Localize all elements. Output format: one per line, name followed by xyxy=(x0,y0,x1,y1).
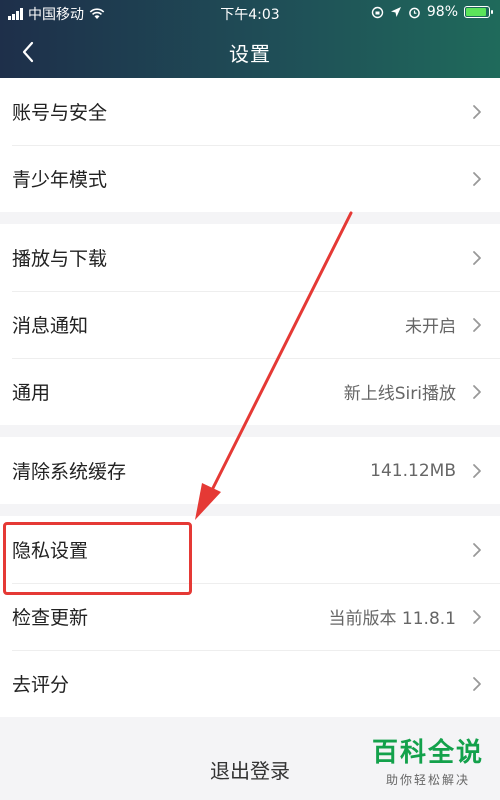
battery-fill xyxy=(466,8,486,16)
settings-row-label: 检查更新 xyxy=(12,607,89,629)
watermark-logo: 百科全说 助你轻松解决 xyxy=(372,732,484,788)
settings-row[interactable]: 消息通知 未开启 xyxy=(0,291,500,358)
section-gap xyxy=(0,425,500,437)
settings-row-value: 当前版本 11.8.1 xyxy=(328,609,456,629)
settings-screen: 中国移动 下午4:03 98% 设置 账号与安全 青少年模式 播放与下载 消息通… xyxy=(0,0,500,800)
settings-row-label: 青少年模式 xyxy=(12,169,108,191)
settings-row[interactable]: 通用 新上线Siri播放 xyxy=(0,358,500,425)
chevron-right-icon xyxy=(470,317,484,333)
settings-list: 账号与安全青少年模式播放与下载消息通知 未开启通用 新上线Siri播放清除系统缓存 1… xyxy=(0,78,500,717)
settings-row-value: 未开启 xyxy=(405,317,456,337)
section-gap xyxy=(0,504,500,516)
header: 中国移动 下午4:03 98% 设置 xyxy=(0,0,500,78)
location-arrow-icon xyxy=(390,7,401,17)
battery-icon xyxy=(464,6,493,18)
settings-row-value: 141.12MB xyxy=(370,460,456,481)
page-title: 设置 xyxy=(229,42,271,66)
chevron-right-icon xyxy=(470,609,484,625)
chevron-right-icon xyxy=(470,463,484,479)
settings-row-label: 播放与下载 xyxy=(12,248,108,270)
watermark-main-text: 百科全说 xyxy=(371,738,484,768)
nav-bar: 设置 xyxy=(0,26,500,78)
chevron-right-icon xyxy=(470,104,484,120)
settings-row[interactable]: 青少年模式 xyxy=(0,145,500,212)
chevron-right-icon xyxy=(470,250,484,266)
settings-row-label: 清除系统缓存 xyxy=(12,461,127,483)
settings-row-label: 通用 xyxy=(12,382,51,404)
chevron-right-icon xyxy=(470,384,484,400)
status-right: 98% xyxy=(371,4,493,20)
section-gap xyxy=(0,212,500,224)
settings-row[interactable]: 播放与下载 xyxy=(0,224,500,291)
annotation-highlight-box xyxy=(3,522,192,595)
settings-row-label: 消息通知 xyxy=(12,315,89,337)
settings-group: 账号与安全青少年模式 xyxy=(0,78,500,212)
rotation-lock-icon xyxy=(371,6,384,18)
settings-row-value: 新上线Siri播放 xyxy=(343,384,456,404)
settings-group: 播放与下载消息通知 未开启通用 新上线Siri播放 xyxy=(0,224,500,425)
alarm-icon xyxy=(409,7,420,18)
settings-row[interactable]: 去评分 xyxy=(0,650,500,717)
status-bar: 中国移动 下午4:03 98% xyxy=(0,0,500,26)
settings-row[interactable]: 账号与安全 xyxy=(0,78,500,145)
settings-row-label: 去评分 xyxy=(12,674,70,696)
settings-row-label: 账号与安全 xyxy=(12,102,108,124)
settings-group: 清除系统缓存 141.12MB xyxy=(0,437,500,504)
battery-percent: 98% xyxy=(426,4,458,20)
settings-row[interactable]: 清除系统缓存 141.12MB xyxy=(0,437,500,504)
chevron-right-icon xyxy=(470,171,484,187)
chevron-right-icon xyxy=(470,676,484,692)
watermark-sub-text: 助你轻松解决 xyxy=(385,773,470,787)
chevron-right-icon xyxy=(470,542,484,558)
